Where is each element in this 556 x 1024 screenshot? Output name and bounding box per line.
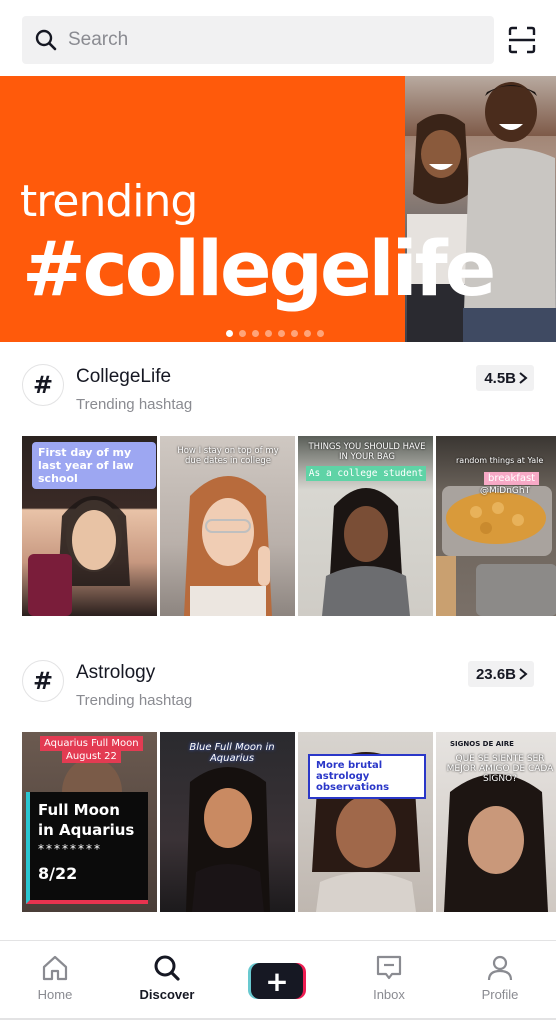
video-caption: THINGS YOU SHOULD HAVE IN YOUR BAG — [308, 442, 426, 462]
nav-label: Profile — [481, 987, 519, 1002]
pagination-dot — [239, 330, 246, 337]
video-caption: @MiDnGhT — [480, 486, 531, 496]
nav-profile[interactable]: Profile — [455, 953, 545, 1002]
video-caption: 8/22 — [38, 864, 78, 883]
plus-icon: + — [251, 963, 303, 999]
pagination-dot — [278, 330, 285, 337]
pagination-dot — [291, 330, 298, 337]
banner-pagination — [226, 330, 324, 337]
nav-home[interactable]: Home — [10, 953, 100, 1002]
video-caption: How I stay on top of my due dates in col… — [177, 446, 279, 466]
video-caption: QUE SE SIENTE SER MEJOR AMIGO DE CADA SI… — [446, 754, 554, 784]
hashtag-icon[interactable]: # — [22, 364, 64, 406]
chevron-right-icon — [519, 668, 528, 680]
video-caption: Aquarius Full Moon — [40, 736, 143, 751]
view-count-badge[interactable]: 4.5B — [476, 365, 534, 391]
video-thumbnail[interactable]: Aquarius Full Moon August 22 Full Moon i… — [22, 732, 157, 912]
pagination-dot — [226, 330, 233, 337]
hashtag-subtitle: Trending hashtag — [76, 692, 193, 709]
banner-title-hashtag: #collegelife — [22, 224, 496, 313]
video-thumbnail[interactable]: THINGS YOU SHOULD HAVE IN YOUR BAG As a … — [298, 436, 433, 616]
pagination-dot — [265, 330, 272, 337]
hashtag-icon[interactable]: # — [22, 660, 64, 702]
nav-label: Home — [37, 987, 73, 1002]
video-caption: Blue Full Moon in Aquarius — [189, 742, 275, 764]
video-thumbnail-row: First day of my last year of law school … — [22, 436, 556, 616]
video-caption-text: random things at Yale — [456, 456, 544, 465]
video-caption: breakfast — [484, 472, 540, 485]
nav-discover[interactable]: Discover — [122, 953, 212, 1002]
video-thumbnail[interactable]: More brutal astrology observations — [298, 732, 433, 912]
view-count: 4.5B — [484, 369, 516, 387]
search-icon — [35, 29, 57, 51]
create-video-button[interactable]: + — [248, 963, 306, 999]
search-row — [22, 16, 542, 64]
video-caption: ******** — [38, 842, 102, 856]
chevron-right-icon — [519, 372, 528, 384]
profile-icon — [487, 955, 513, 981]
video-caption: August 22 — [62, 750, 121, 763]
search-input[interactable] — [68, 29, 448, 51]
hashtag-subtitle: Trending hashtag — [76, 396, 193, 413]
video-thumbnail[interactable]: random things at Yale breakfast @MiDnGhT — [436, 436, 556, 616]
inbox-icon — [376, 955, 402, 980]
banner-title-line1: trending — [20, 176, 198, 227]
nav-label: Inbox — [373, 987, 405, 1002]
home-indicator — [0, 1018, 556, 1020]
pagination-dot — [317, 330, 324, 337]
hashtag-title[interactable]: Astrology — [76, 662, 155, 684]
hashtag-title[interactable]: CollegeLife — [76, 366, 171, 388]
video-title-card: Full Moon in Aquarius ******** 8/22 — [26, 792, 148, 904]
view-count: 23.6B — [475, 665, 516, 683]
pagination-dot — [252, 330, 259, 337]
search-bar[interactable] — [22, 16, 494, 64]
video-caption: More brutal astrology observations — [308, 754, 426, 799]
scan-icon[interactable] — [508, 26, 536, 54]
video-thumbnail[interactable]: How I stay on top of my due dates in col… — [160, 436, 295, 616]
video-caption: random things at Yale — [456, 456, 556, 465]
video-thumbnail[interactable]: SIGNOS DE AIRE QUE SE SIENTE SER MEJOR A… — [436, 732, 556, 912]
video-thumbnail-row: Aquarius Full Moon August 22 Full Moon i… — [22, 732, 556, 912]
nav-label: Discover — [139, 987, 195, 1002]
bottom-nav: Home Discover + Inbox Profile — [0, 940, 556, 1024]
nav-inbox[interactable]: Inbox — [344, 953, 434, 1002]
view-count-badge[interactable]: 23.6B — [467, 661, 534, 687]
video-caption: First day of my last year of law school — [32, 442, 156, 489]
home-icon — [42, 955, 68, 981]
search-icon — [154, 955, 180, 981]
video-thumbnail[interactable]: Blue Full Moon in Aquarius — [160, 732, 295, 912]
video-caption: SIGNOS DE AIRE — [450, 740, 514, 748]
trending-banner[interactable]: trending #collegelife — [0, 76, 556, 342]
video-thumbnail[interactable]: First day of my last year of law school — [22, 436, 157, 616]
video-caption: Full Moon in Aquarius — [38, 801, 135, 839]
pagination-dot — [304, 330, 311, 337]
video-caption: As a college student — [306, 466, 426, 481]
